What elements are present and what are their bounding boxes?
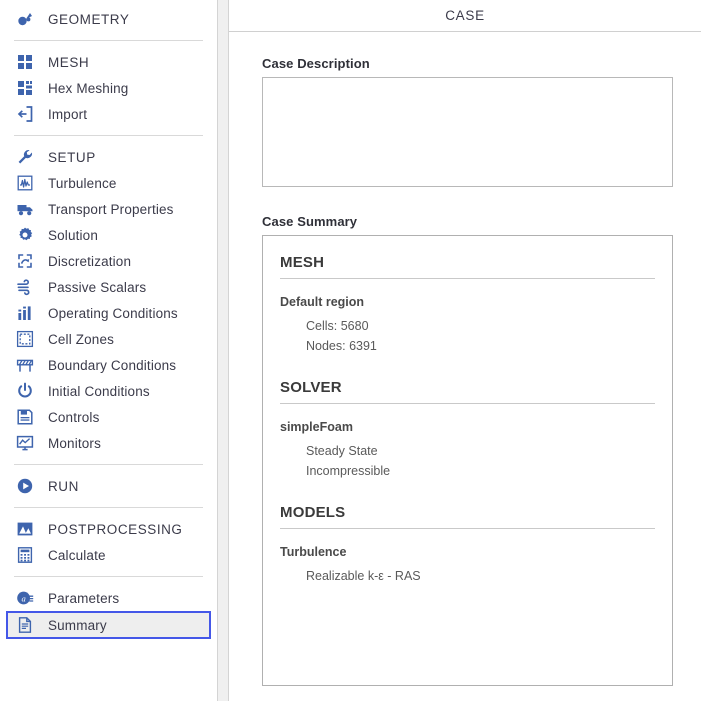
bar-chart-icon — [14, 302, 36, 324]
summary-section-title: SOLVER — [280, 379, 655, 404]
sidebar-item-label: Operating Conditions — [48, 305, 178, 321]
mesh-grid-icon — [14, 51, 36, 73]
hex-meshing-icon — [14, 77, 36, 99]
turbulence-waveform-icon — [14, 172, 36, 194]
sidebar-item-hex-meshing[interactable]: Hex Meshing — [0, 75, 217, 101]
case-summary-box: MESH Default region Cells: 5680 Nodes: 6391… — [262, 235, 673, 686]
wrench-icon — [14, 146, 36, 168]
sidebar-nav-list: GEOMETRY MESH Hex Meshing Import SETUP Turbul… — [0, 0, 217, 639]
sidebar-item-operating-conditions[interactable]: Operating Conditions — [0, 300, 217, 326]
sidebar-item-boundary-conditions[interactable]: Boundary Conditions — [0, 352, 217, 378]
case-summary-label: Case Summary — [262, 214, 358, 229]
sidebar-item-run[interactable]: RUN — [0, 473, 217, 499]
sidebar-divider — [14, 507, 203, 508]
summary-detail-line: Steady State — [306, 444, 378, 458]
sidebar-item-calculate[interactable]: Calculate — [0, 542, 217, 568]
sidebar-item-initial-conditions[interactable]: Initial Conditions — [0, 378, 217, 404]
sidebar-divider — [14, 464, 203, 465]
document-icon — [14, 614, 36, 636]
dashed-square-icon — [14, 328, 36, 350]
sidebar-divider — [14, 576, 203, 577]
sidebar-item-label: Passive Scalars — [48, 279, 147, 295]
sidebar-divider — [14, 40, 203, 41]
summary-detail-line: Incompressible — [306, 464, 391, 478]
sidebar-item-summary[interactable]: Summary — [6, 611, 211, 639]
svg-text:a: a — [21, 593, 25, 603]
truck-icon — [14, 198, 36, 220]
sidebar-item-import[interactable]: Import — [0, 101, 217, 127]
summary-section-subtitle: Turbulence — [280, 545, 347, 559]
summary-section-subtitle: Default region — [280, 295, 365, 309]
summary-section-title: MESH — [280, 254, 655, 279]
panel-gutter — [218, 0, 228, 701]
sidebar-item-label: Calculate — [48, 547, 106, 563]
sidebar-item-mesh[interactable]: MESH — [0, 49, 217, 75]
sidebar-item-turbulence[interactable]: Turbulence — [0, 170, 217, 196]
image-mountain-icon — [14, 518, 36, 540]
sidebar-item-controls[interactable]: Controls — [0, 404, 217, 430]
sidebar-item-label: Turbulence — [48, 175, 117, 191]
summary-detail-line: Cells: 5680 — [306, 319, 369, 333]
sidebar-item-label: Initial Conditions — [48, 383, 150, 399]
sidebar-item-label: Parameters — [48, 590, 120, 606]
sidebar-item-label: Boundary Conditions — [48, 357, 177, 373]
sidebar-item-label: Import — [48, 106, 88, 122]
monitor-chart-icon — [14, 432, 36, 454]
summary-detail-line: Realizable k-ε - RAS — [306, 569, 421, 583]
import-icon — [14, 103, 36, 125]
gear-icon — [14, 224, 36, 246]
sidebar-item-label: SETUP — [48, 149, 96, 165]
sidebar-item-label: Discretization — [48, 253, 132, 269]
case-description-label: Case Description — [262, 56, 370, 71]
summary-section-title: MODELS — [280, 504, 655, 529]
summary-section: SOLVER simpleFoam Steady State Incompressib… — [280, 379, 655, 478]
sidebar-item-label: Summary — [48, 617, 107, 633]
wind-icon — [14, 276, 36, 298]
sidebar-item-label: MESH — [48, 54, 90, 70]
sidebar-item-label: Hex Meshing — [48, 80, 129, 96]
sidebar-item-cell-zones[interactable]: Cell Zones — [0, 326, 217, 352]
sidebar-item-label: Solution — [48, 227, 98, 243]
summary-section: MESH Default region Cells: 5680 Nodes: 6391 — [280, 254, 655, 353]
play-circle-icon — [14, 475, 36, 497]
case-description-input[interactable] — [262, 77, 673, 187]
navigation-sidebar: GEOMETRY MESH Hex Meshing Import SETUP Turbul… — [0, 0, 218, 701]
discretization-icon — [14, 250, 36, 272]
sidebar-item-parameters[interactable]: a Parameters — [0, 585, 217, 611]
sidebar-divider — [14, 135, 203, 136]
application-window: GEOMETRY MESH Hex Meshing Import SETUP Turbul… — [0, 0, 701, 701]
summary-detail-line: Nodes: 6391 — [306, 339, 377, 353]
sidebar-item-monitors[interactable]: Monitors — [0, 430, 217, 456]
at-parameters-icon: a — [14, 587, 36, 609]
sidebar-item-label: POSTPROCESSING — [48, 521, 183, 537]
sidebar-item-label: Transport Properties — [48, 201, 174, 217]
sidebar-item-postprocessing[interactable]: POSTPROCESSING — [0, 516, 217, 542]
sidebar-item-label: Cell Zones — [48, 331, 115, 347]
sidebar-item-transport-properties[interactable]: Transport Properties — [0, 196, 217, 222]
calculator-icon — [14, 544, 36, 566]
sidebar-item-label: RUN — [48, 478, 79, 494]
save-disk-icon — [14, 406, 36, 428]
barrier-icon — [14, 354, 36, 376]
page-title: CASE — [445, 8, 485, 23]
sidebar-item-setup[interactable]: SETUP — [0, 144, 217, 170]
sidebar-item-solution[interactable]: Solution — [0, 222, 217, 248]
sidebar-item-passive-scalars[interactable]: Passive Scalars — [0, 274, 217, 300]
sidebar-item-label: Monitors — [48, 435, 101, 451]
case-panel-body: Case Description Case Summary MESH Defaul… — [229, 32, 701, 701]
power-icon — [14, 380, 36, 402]
summary-section: MODELS Turbulence Realizable k-ε - RAS — [280, 504, 655, 583]
sidebar-item-discretization[interactable]: Discretization — [0, 248, 217, 274]
sidebar-item-label: GEOMETRY — [48, 11, 130, 27]
case-panel-header: CASE — [229, 0, 701, 32]
geometry-icon — [14, 8, 36, 30]
sidebar-item-geometry[interactable]: GEOMETRY — [0, 6, 217, 32]
summary-section-subtitle: simpleFoam — [280, 420, 353, 434]
sidebar-item-label: Controls — [48, 409, 100, 425]
case-panel: CASE Case Description Case Summary MESH D… — [228, 0, 701, 701]
